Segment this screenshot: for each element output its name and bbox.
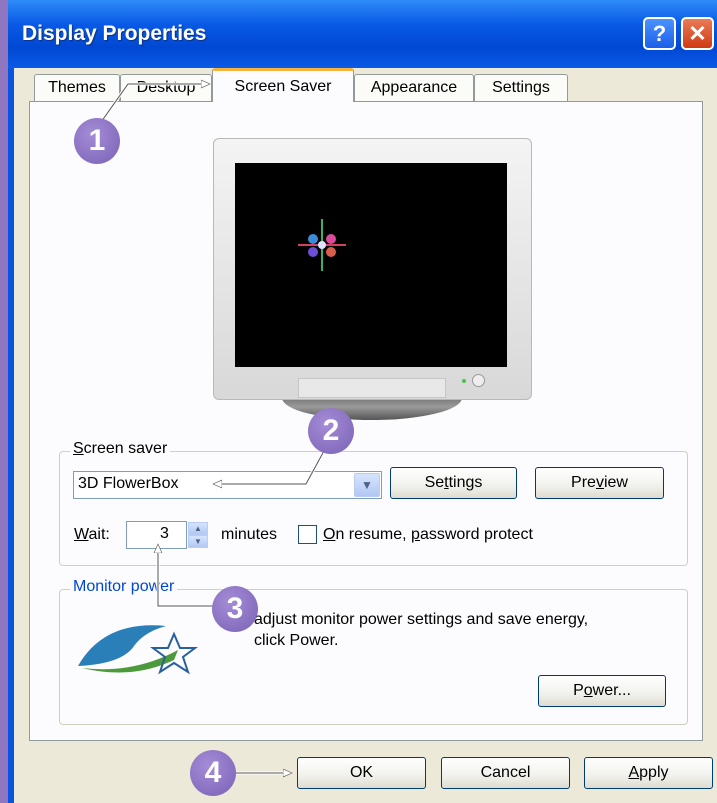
callout-badge-1: 1 bbox=[74, 118, 120, 164]
callout-badge-4: 4 bbox=[190, 750, 236, 796]
callout-badge-3: 3 bbox=[212, 586, 258, 632]
callout-badge-2: 2 bbox=[308, 408, 354, 454]
